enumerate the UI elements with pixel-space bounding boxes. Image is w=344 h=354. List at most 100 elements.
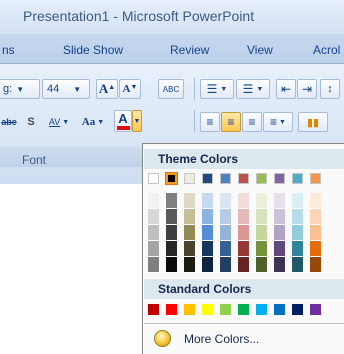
theme-color-swatch[interactable] xyxy=(184,173,195,184)
theme-shade-swatch[interactable] xyxy=(166,225,177,240)
tab-review[interactable]: Review xyxy=(170,43,209,57)
tab-view[interactable]: View xyxy=(247,43,273,57)
theme-shade-swatch[interactable] xyxy=(256,257,267,272)
theme-shade-swatch[interactable] xyxy=(148,225,159,240)
font-color-dropdown-button[interactable]: ▼ xyxy=(132,110,142,132)
theme-shade-swatch[interactable] xyxy=(238,225,249,240)
theme-shade-swatch[interactable] xyxy=(238,209,249,224)
strikethrough-button[interactable]: abe xyxy=(0,112,20,132)
theme-shade-swatch[interactable] xyxy=(202,209,213,224)
theme-color-swatch[interactable] xyxy=(292,173,303,184)
theme-shade-swatch[interactable] xyxy=(148,257,159,272)
theme-color-swatch[interactable] xyxy=(274,173,285,184)
standard-color-swatch[interactable] xyxy=(148,304,159,315)
theme-shade-swatch[interactable] xyxy=(238,241,249,256)
theme-shade-swatch[interactable] xyxy=(184,193,195,208)
theme-shade-swatch[interactable] xyxy=(238,193,249,208)
theme-shade-swatch[interactable] xyxy=(220,225,231,240)
theme-shade-swatch[interactable] xyxy=(310,257,321,272)
theme-shade-swatch[interactable] xyxy=(292,209,303,224)
theme-shade-swatch[interactable] xyxy=(166,241,177,256)
theme-shade-swatch[interactable] xyxy=(184,257,195,272)
theme-shade-swatch[interactable] xyxy=(274,209,285,224)
standard-color-swatch[interactable] xyxy=(202,304,213,315)
theme-shade-swatch[interactable] xyxy=(256,193,267,208)
standard-color-swatch[interactable] xyxy=(184,304,195,315)
standard-color-swatch[interactable] xyxy=(166,304,177,315)
bullets-button[interactable]: ☰ ▼ xyxy=(200,79,234,99)
character-spacing-button[interactable]: AV ▼ xyxy=(44,112,74,132)
theme-shade-swatch[interactable] xyxy=(292,257,303,272)
line-spacing-button[interactable]: ↕ xyxy=(320,79,340,99)
align-right-button[interactable]: ≡ xyxy=(242,112,262,132)
theme-color-swatch[interactable] xyxy=(256,173,267,184)
theme-color-swatch[interactable] xyxy=(148,173,159,184)
theme-shade-swatch[interactable] xyxy=(202,225,213,240)
theme-shade-swatch[interactable] xyxy=(310,225,321,240)
theme-shade-swatch[interactable] xyxy=(274,241,285,256)
font-color-button[interactable]: A xyxy=(114,110,132,132)
theme-shade-swatch[interactable] xyxy=(256,209,267,224)
standard-color-swatch[interactable] xyxy=(256,304,267,315)
theme-shade-swatch[interactable] xyxy=(202,241,213,256)
tab-slide-show[interactable]: Slide Show xyxy=(63,43,123,57)
tab-acrobat[interactable]: Acrol xyxy=(313,43,340,57)
theme-shade-swatch[interactable] xyxy=(184,225,195,240)
standard-color-swatch[interactable] xyxy=(238,304,249,315)
theme-shade-swatch[interactable] xyxy=(256,225,267,240)
decrease-indent-button[interactable]: ⇤ xyxy=(276,79,296,99)
theme-shade-swatch[interactable] xyxy=(274,225,285,240)
theme-shade-swatch[interactable] xyxy=(274,193,285,208)
text-shadow-button[interactable]: S xyxy=(24,112,38,132)
align-center-button[interactable]: ≡ xyxy=(221,112,241,132)
theme-color-swatch[interactable] xyxy=(202,173,213,184)
standard-color-swatch[interactable] xyxy=(274,304,285,315)
change-case-button[interactable]: Aa ▼ xyxy=(78,112,108,132)
clear-formatting-button[interactable]: ABC xyxy=(158,79,184,99)
theme-shade-swatch[interactable] xyxy=(166,193,177,208)
decrease-indent-icon: ⇤ xyxy=(280,82,292,96)
more-colors-item[interactable]: More Colors... xyxy=(144,328,344,350)
grow-font-button[interactable]: A ▲ xyxy=(96,79,118,99)
theme-shade-swatch[interactable] xyxy=(184,241,195,256)
theme-shade-swatch[interactable] xyxy=(148,241,159,256)
increase-indent-button[interactable]: ⇥ xyxy=(297,79,317,99)
theme-shade-swatch[interactable] xyxy=(220,193,231,208)
standard-color-swatch[interactable] xyxy=(310,304,321,315)
theme-shade-swatch[interactable] xyxy=(220,257,231,272)
theme-shade-swatch[interactable] xyxy=(310,209,321,224)
theme-shade-swatch[interactable] xyxy=(292,241,303,256)
theme-shade-swatch[interactable] xyxy=(166,209,177,224)
theme-shade-swatch[interactable] xyxy=(310,193,321,208)
standard-color-swatch[interactable] xyxy=(220,304,231,315)
divider xyxy=(194,110,195,132)
theme-shade-swatch[interactable] xyxy=(148,193,159,208)
font-name-combo[interactable]: g: ▼ xyxy=(0,79,40,99)
theme-color-swatch[interactable] xyxy=(238,173,249,184)
theme-shade-swatch[interactable] xyxy=(310,241,321,256)
theme-shade-swatch[interactable] xyxy=(148,209,159,224)
shrink-font-button[interactable]: A ▼ xyxy=(119,79,141,99)
tab-animations[interactable]: ns xyxy=(2,43,15,57)
justify-button[interactable]: ≡ ▼ xyxy=(263,112,293,132)
numbering-button[interactable]: ☰ ▼ xyxy=(236,79,270,99)
theme-color-swatch[interactable] xyxy=(166,173,177,184)
theme-shade-swatch[interactable] xyxy=(202,193,213,208)
theme-shade-swatch[interactable] xyxy=(220,241,231,256)
theme-shade-swatch[interactable] xyxy=(220,209,231,224)
theme-shade-swatch[interactable] xyxy=(184,209,195,224)
theme-shade-swatch[interactable] xyxy=(292,225,303,240)
window-title: Presentation1 - Microsoft PowerPoint xyxy=(23,8,255,24)
theme-shade-swatch[interactable] xyxy=(256,241,267,256)
standard-color-swatch[interactable] xyxy=(292,304,303,315)
theme-shade-swatch[interactable] xyxy=(238,257,249,272)
theme-shade-swatch[interactable] xyxy=(202,257,213,272)
align-left-button[interactable]: ≡ xyxy=(200,112,220,132)
font-size-combo[interactable]: 44 ▼ xyxy=(42,79,90,99)
theme-color-swatch[interactable] xyxy=(310,173,321,184)
theme-shade-swatch[interactable] xyxy=(292,193,303,208)
theme-shade-swatch[interactable] xyxy=(166,257,177,272)
theme-shade-swatch[interactable] xyxy=(274,257,285,272)
columns-button[interactable]: ▮▮ xyxy=(298,112,328,132)
theme-color-swatch[interactable] xyxy=(220,173,231,184)
